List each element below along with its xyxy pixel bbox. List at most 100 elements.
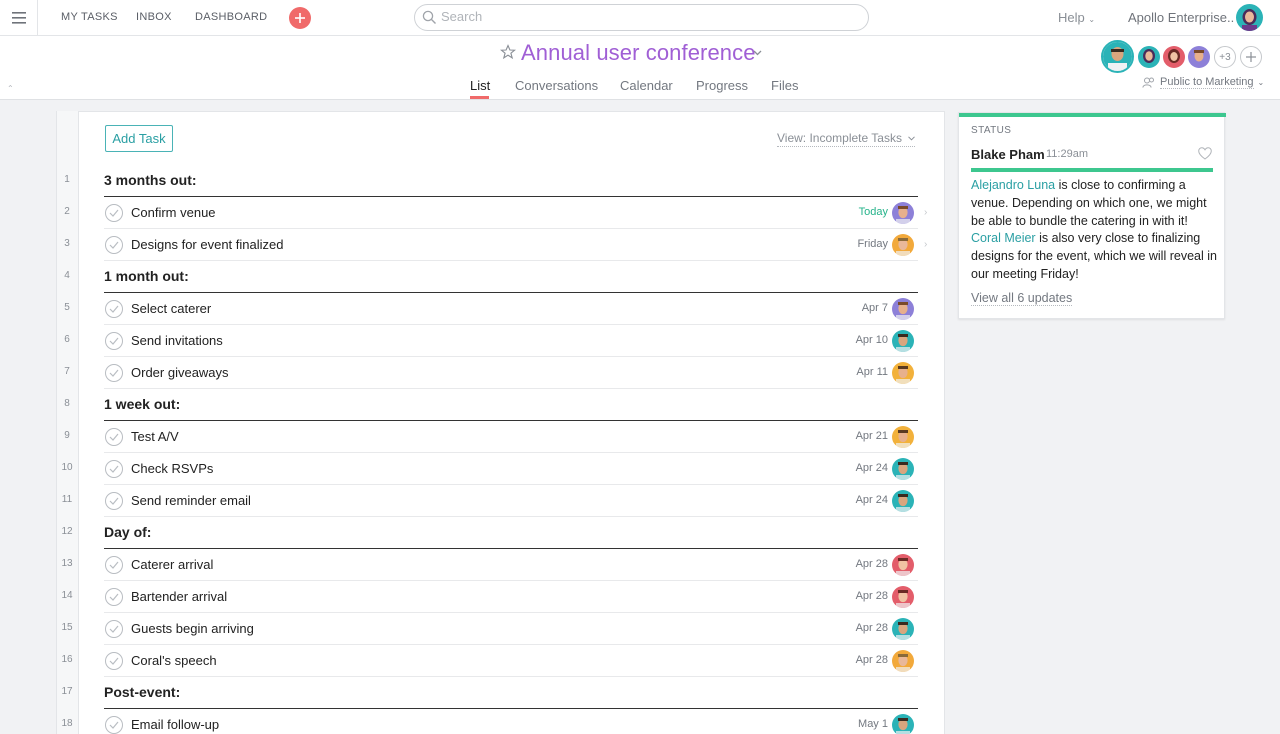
task-due-date[interactable]: May 1 bbox=[858, 718, 888, 730]
assignee-avatar[interactable] bbox=[892, 426, 914, 448]
assignee-avatar[interactable] bbox=[892, 298, 914, 320]
mention-link[interactable]: Alejandro Luna bbox=[971, 178, 1055, 192]
org-switcher[interactable]: Apollo Enterprise.. bbox=[1128, 10, 1234, 25]
complete-task-checkbox[interactable] bbox=[105, 428, 123, 446]
assignee-avatar[interactable] bbox=[892, 714, 914, 734]
member-avatar[interactable] bbox=[1138, 46, 1160, 68]
task-name[interactable]: Select caterer bbox=[131, 301, 211, 316]
task-due-date[interactable]: Apr 24 bbox=[856, 462, 888, 474]
section-header[interactable]: 4 1 month out: bbox=[56, 261, 930, 293]
task-due-date[interactable]: Apr 28 bbox=[856, 622, 888, 634]
tab-calendar[interactable]: Calendar bbox=[620, 78, 673, 93]
quick-add-button[interactable] bbox=[289, 7, 311, 29]
task-name[interactable]: Designs for event finalized bbox=[131, 237, 283, 252]
section-title[interactable]: Post-event: bbox=[104, 684, 180, 700]
collapse-arrows-icon[interactable]: ⌃ bbox=[7, 84, 14, 93]
task-row[interactable]: 13 Caterer arrival Apr 28 bbox=[56, 549, 930, 581]
task-row[interactable]: 10 Check RSVPs Apr 24 bbox=[56, 453, 930, 485]
task-name[interactable]: Confirm venue bbox=[131, 205, 216, 220]
complete-task-checkbox[interactable] bbox=[105, 620, 123, 638]
section-title[interactable]: 1 month out: bbox=[104, 268, 189, 284]
view-filter-dropdown[interactable]: View: Incomplete Tasks bbox=[777, 131, 915, 147]
task-name[interactable]: Coral's speech bbox=[131, 653, 217, 668]
favorite-star-icon[interactable] bbox=[500, 44, 516, 60]
complete-task-checkbox[interactable] bbox=[105, 300, 123, 318]
task-due-date[interactable]: Today bbox=[859, 206, 888, 218]
task-name[interactable]: Guests begin arriving bbox=[131, 621, 254, 636]
nav-my-tasks[interactable]: MY TASKS bbox=[61, 11, 118, 23]
assignee-avatar[interactable] bbox=[892, 362, 914, 384]
task-due-date[interactable]: Apr 11 bbox=[856, 366, 888, 378]
hamburger-menu-icon[interactable] bbox=[0, 0, 38, 36]
add-member-button[interactable] bbox=[1240, 46, 1262, 68]
member-avatar[interactable] bbox=[1188, 46, 1210, 68]
complete-task-checkbox[interactable] bbox=[105, 556, 123, 574]
more-members-count[interactable]: +3 bbox=[1214, 46, 1236, 68]
member-avatar[interactable] bbox=[1163, 46, 1185, 68]
section-title[interactable]: 1 week out: bbox=[104, 396, 180, 412]
task-row[interactable]: 15 Guests begin arriving Apr 28 bbox=[56, 613, 930, 645]
assignee-avatar[interactable] bbox=[892, 330, 914, 352]
help-menu[interactable]: Help ⌄ bbox=[1058, 10, 1095, 25]
assignee-avatar[interactable] bbox=[892, 458, 914, 480]
section-header[interactable]: 12 Day of: bbox=[56, 517, 930, 549]
complete-task-checkbox[interactable] bbox=[105, 204, 123, 222]
task-row[interactable]: 9 Test A/V Apr 21 bbox=[56, 421, 930, 453]
task-row[interactable]: 5 Select caterer Apr 7 bbox=[56, 293, 930, 325]
tab-list[interactable]: List bbox=[470, 78, 490, 93]
task-due-date[interactable]: Apr 10 bbox=[856, 334, 888, 346]
task-row[interactable]: 7 Order giveaways Apr 11 bbox=[56, 357, 930, 389]
status-author[interactable]: Blake Pham bbox=[971, 147, 1045, 162]
assignee-avatar[interactable] bbox=[892, 586, 914, 608]
add-task-button[interactable]: Add Task bbox=[105, 125, 173, 152]
complete-task-checkbox[interactable] bbox=[105, 652, 123, 670]
user-avatar[interactable] bbox=[1236, 4, 1263, 31]
tab-files[interactable]: Files bbox=[771, 78, 798, 93]
task-row[interactable]: 16 Coral's speech Apr 28 bbox=[56, 645, 930, 677]
task-name[interactable]: Test A/V bbox=[131, 429, 179, 444]
search-bar[interactable] bbox=[414, 4, 869, 31]
assignee-avatar[interactable] bbox=[892, 554, 914, 576]
task-row[interactable]: 6 Send invitations Apr 10 bbox=[56, 325, 930, 357]
project-owner-avatar[interactable] bbox=[1101, 40, 1134, 73]
task-name[interactable]: Order giveaways bbox=[131, 365, 229, 380]
view-all-updates-link[interactable]: View all 6 updates bbox=[971, 291, 1073, 306]
nav-inbox[interactable]: INBOX bbox=[136, 11, 172, 23]
task-name[interactable]: Send reminder email bbox=[131, 493, 251, 508]
task-due-date[interactable]: Apr 28 bbox=[856, 654, 888, 666]
task-name[interactable]: Caterer arrival bbox=[131, 557, 213, 572]
mention-link[interactable]: Coral Meier bbox=[971, 231, 1036, 245]
task-due-date[interactable]: Apr 28 bbox=[856, 558, 888, 570]
task-name[interactable]: Send invitations bbox=[131, 333, 223, 348]
privacy-setting[interactable]: Public to Marketing ⌄ bbox=[1142, 76, 1264, 89]
heart-icon[interactable] bbox=[1198, 147, 1212, 160]
complete-task-checkbox[interactable] bbox=[105, 364, 123, 382]
tab-progress[interactable]: Progress bbox=[696, 78, 748, 93]
nav-dashboard[interactable]: DASHBOARD bbox=[195, 11, 267, 23]
assignee-avatar[interactable] bbox=[892, 618, 914, 640]
complete-task-checkbox[interactable] bbox=[105, 716, 123, 734]
chevron-right-icon[interactable]: › bbox=[924, 207, 927, 218]
task-due-date[interactable]: Apr 7 bbox=[862, 302, 888, 314]
assignee-avatar[interactable] bbox=[892, 234, 914, 256]
complete-task-checkbox[interactable] bbox=[105, 460, 123, 478]
section-title[interactable]: Day of: bbox=[104, 524, 151, 540]
project-title[interactable]: Annual user conference bbox=[521, 40, 756, 66]
task-row[interactable]: 3 Designs for event finalized Friday › bbox=[56, 229, 930, 261]
task-row[interactable]: 11 Send reminder email Apr 24 bbox=[56, 485, 930, 517]
complete-task-checkbox[interactable] bbox=[105, 492, 123, 510]
complete-task-checkbox[interactable] bbox=[105, 332, 123, 350]
section-header[interactable]: 8 1 week out: bbox=[56, 389, 930, 421]
assignee-avatar[interactable] bbox=[892, 650, 914, 672]
tab-conversations[interactable]: Conversations bbox=[515, 78, 598, 93]
task-due-date[interactable]: Friday bbox=[857, 238, 888, 250]
chevron-down-icon[interactable] bbox=[753, 50, 762, 56]
section-header[interactable]: 1 3 months out: bbox=[56, 165, 930, 197]
task-due-date[interactable]: Apr 24 bbox=[856, 494, 888, 506]
task-row[interactable]: 14 Bartender arrival Apr 28 bbox=[56, 581, 930, 613]
search-input[interactable] bbox=[441, 9, 841, 24]
assignee-avatar[interactable] bbox=[892, 202, 914, 224]
task-due-date[interactable]: Apr 28 bbox=[856, 590, 888, 602]
assignee-avatar[interactable] bbox=[892, 490, 914, 512]
section-header[interactable]: 17 Post-event: bbox=[56, 677, 930, 709]
